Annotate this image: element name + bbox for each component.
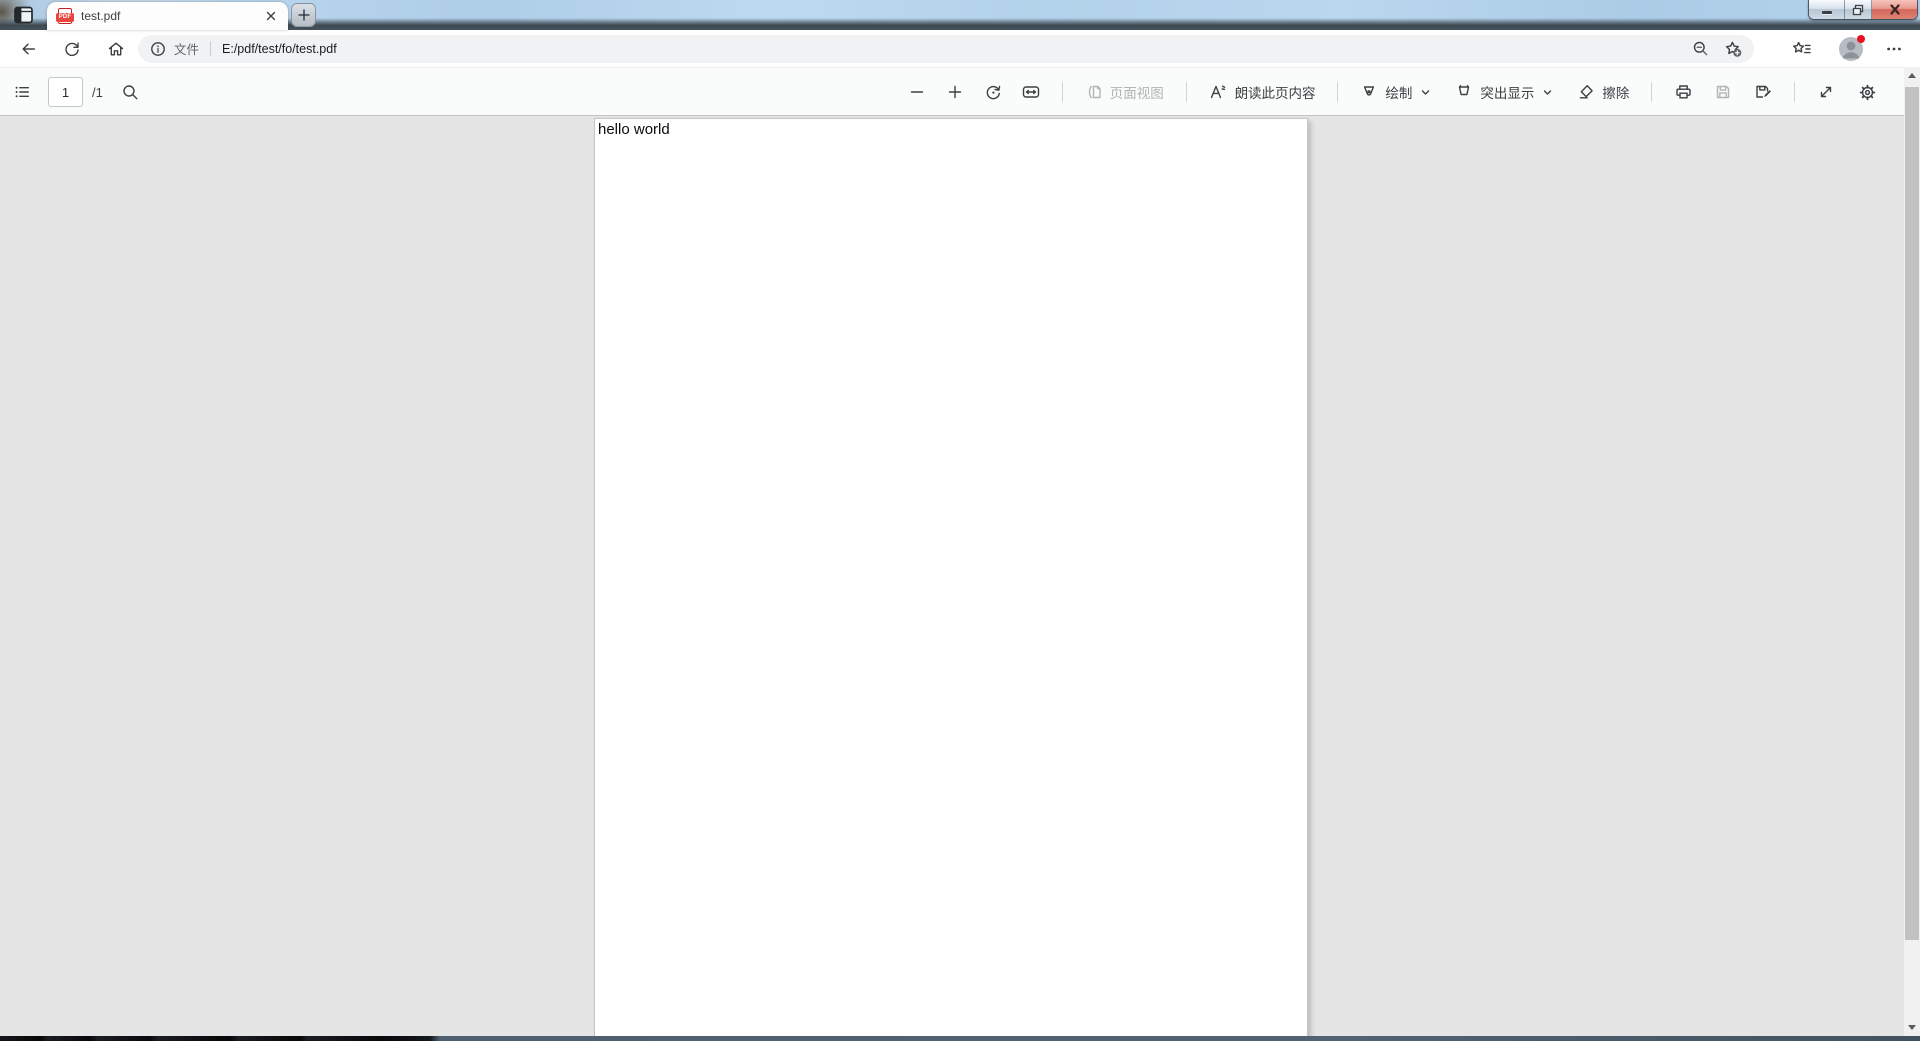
scroll-down-icon [1908, 1025, 1916, 1030]
read-aloud-label: 朗读此页内容 [1234, 86, 1316, 101]
vertical-scrollbar[interactable] [1904, 67, 1920, 1036]
address-separator [210, 41, 212, 56]
profile-button[interactable] [1838, 34, 1865, 62]
tab-title: test.pdf [81, 9, 121, 23]
tab-test-pdf[interactable]: PDF test.pdf [47, 2, 288, 30]
window-controls [1808, 0, 1918, 20]
title-bar: PDF test.pdf [0, 0, 1920, 30]
zoom-out-button[interactable] [903, 78, 931, 106]
expand-icon [1817, 83, 1835, 101]
page-view-icon [1085, 83, 1103, 101]
draw-label: 绘制 [1385, 86, 1413, 101]
print-button[interactable] [1669, 78, 1697, 106]
magnifier-minus-icon[interactable] [1692, 40, 1709, 57]
save-as-button[interactable] [1749, 78, 1777, 106]
minus-icon [908, 83, 926, 101]
page-number-input[interactable] [48, 77, 83, 107]
zoom-in-button[interactable] [941, 78, 969, 106]
table-of-contents-icon [13, 83, 31, 101]
pen-icon [1360, 83, 1378, 101]
arrow-left-icon [19, 40, 37, 58]
save-as-icon [1754, 83, 1773, 101]
navbar-right-cluster [1790, 34, 1906, 62]
gear-icon [1858, 83, 1877, 102]
plus-icon [297, 8, 311, 22]
close-window-button[interactable] [1872, 0, 1917, 19]
windows-taskbar-edge [0, 1036, 1920, 1041]
close-icon [265, 10, 277, 22]
erase-button[interactable]: 擦除 [1572, 78, 1634, 106]
highlight-button[interactable]: 突出显示 [1450, 78, 1558, 106]
new-tab-button[interactable] [291, 3, 316, 27]
close-window-icon [1889, 4, 1901, 15]
pdf-page: hello world [594, 118, 1308, 1036]
draw-button[interactable]: 绘制 [1355, 78, 1436, 106]
scroll-up-button[interactable] [1904, 67, 1920, 84]
star-list-icon [1792, 40, 1812, 58]
erase-label: 擦除 [1602, 86, 1630, 101]
page-count-label: /1 [92, 84, 103, 100]
settings-button[interactable] [1854, 78, 1882, 106]
refresh-button[interactable] [60, 37, 84, 61]
fullscreen-button[interactable] [1812, 78, 1840, 106]
scroll-up-icon [1908, 73, 1916, 78]
save-button [1709, 78, 1737, 106]
refresh-icon [63, 40, 81, 58]
address-bar[interactable]: 文件 E:/pdf/test/fo/test.pdf [138, 34, 1754, 63]
search-button[interactable] [117, 78, 145, 106]
pdf-file-icon: PDF [56, 8, 74, 24]
more-menu-button[interactable] [1882, 37, 1906, 61]
rotate-icon [984, 83, 1003, 102]
contents-button[interactable] [8, 78, 36, 106]
pdf-viewport: hello world [0, 116, 1904, 1036]
plus-icon [946, 83, 964, 101]
info-circle-icon[interactable] [150, 41, 166, 57]
profile-notification-badge [1857, 34, 1865, 43]
back-button[interactable] [16, 37, 40, 61]
toolbar-separator [1185, 82, 1187, 102]
scroll-down-button[interactable] [1904, 1019, 1920, 1036]
toolbar-separator [1651, 82, 1653, 102]
scrollbar-thumb[interactable] [1905, 87, 1919, 940]
ellipsis-icon [1885, 40, 1903, 58]
rotate-button[interactable] [979, 78, 1007, 106]
favorites-button[interactable] [1790, 37, 1814, 61]
navigation-bar: 文件 E:/pdf/test/fo/test.pdf [0, 30, 1920, 67]
draw-dropdown[interactable] [1420, 87, 1431, 98]
printer-icon [1674, 83, 1693, 101]
highlighter-icon [1455, 83, 1473, 101]
highlight-dropdown[interactable] [1542, 87, 1553, 98]
restore-icon [1852, 4, 1864, 16]
fit-to-width-button[interactable] [1017, 78, 1045, 106]
fit-to-width-icon [1021, 83, 1041, 101]
page-view-label: 页面视图 [1109, 86, 1164, 101]
save-icon [1714, 83, 1732, 101]
home-icon [107, 40, 125, 58]
page-view-button: 页面视图 [1080, 78, 1169, 106]
toolbar-separator [1061, 82, 1063, 102]
star-plus-icon[interactable] [1724, 40, 1742, 58]
restore-button[interactable] [1845, 0, 1872, 19]
highlight-label: 突出显示 [1480, 86, 1535, 101]
read-aloud-icon [1209, 83, 1228, 101]
minimize-icon [1821, 11, 1832, 14]
address-url: E:/pdf/test/fo/test.pdf [222, 41, 337, 56]
tab-close-button[interactable] [262, 7, 280, 25]
browser-window: PDF test.pdf 文件 E:/pdf/test/fo/test.pdf … [0, 0, 1920, 1041]
search-icon [121, 83, 140, 102]
minimize-button[interactable] [1809, 0, 1845, 19]
address-scheme-label: 文件 [174, 43, 200, 57]
toolbar-separator [1794, 82, 1796, 102]
workspaces-icon [12, 5, 36, 26]
toolbar-separator [1337, 82, 1339, 102]
read-aloud-button[interactable]: 朗读此页内容 [1204, 78, 1321, 106]
home-button[interactable] [104, 37, 128, 61]
pdf-page-text: hello world [598, 121, 670, 138]
tab-activity-button[interactable] [12, 5, 36, 26]
pdf-toolbar: /1 [0, 67, 1904, 116]
eraser-icon [1577, 83, 1595, 101]
